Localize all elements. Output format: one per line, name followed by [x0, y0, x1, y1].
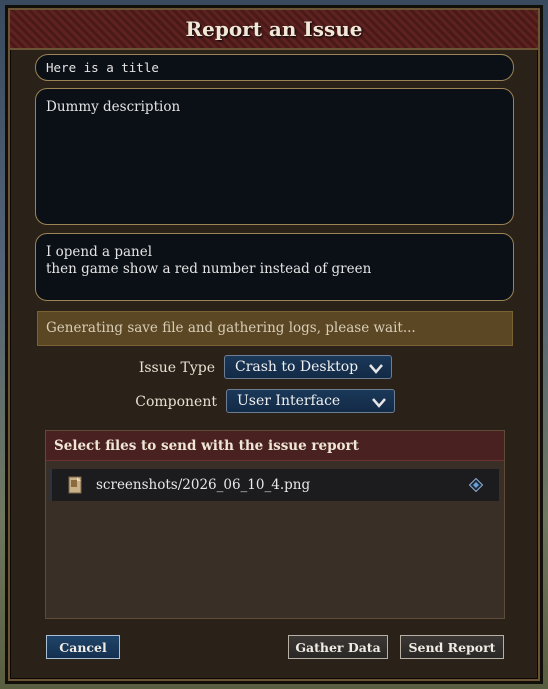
chevron-down-icon	[369, 364, 383, 374]
repro-steps-textarea[interactable]: I opend a panel then game show a red num…	[35, 233, 514, 301]
cancel-button[interactable]: Cancel	[46, 635, 120, 659]
chevron-down-icon	[372, 398, 386, 408]
component-select[interactable]: User Interface	[226, 389, 395, 413]
issue-type-label: Issue Type	[138, 360, 215, 376]
gather-data-button[interactable]: Gather Data	[288, 635, 388, 659]
repro-line: I opend a panel	[46, 244, 153, 260]
files-panel: Select files to send with the issue repo…	[45, 430, 505, 619]
component-value: User Interface	[237, 393, 341, 409]
issue-type-select[interactable]: Crash to Desktop	[224, 355, 392, 379]
component-label: Component	[135, 394, 217, 410]
file-name: screenshots/2026_06_10_4.png	[96, 477, 311, 493]
issue-title-input[interactable]: Here is a title	[35, 54, 514, 81]
image-file-icon	[68, 476, 82, 494]
report-issue-dialog: Report an Issue Here is a title Dummy de…	[8, 8, 540, 681]
file-list-item[interactable]: screenshots/2026_06_10_4.png	[49, 469, 499, 501]
dialog-title-bar: Report an Issue	[10, 10, 538, 50]
dialog-title: Report an Issue	[185, 17, 363, 41]
repro-line: then game show a red number instead of g…	[46, 261, 372, 277]
issue-type-value: Crash to Desktop	[235, 359, 359, 375]
send-report-button[interactable]: Send Report	[400, 635, 504, 659]
issue-description-textarea[interactable]: Dummy description	[35, 88, 514, 225]
files-header: Select files to send with the issue repo…	[46, 431, 504, 461]
status-message: Generating save file and gathering logs,…	[37, 311, 513, 346]
checkbox-diamond-icon[interactable]	[469, 478, 483, 492]
